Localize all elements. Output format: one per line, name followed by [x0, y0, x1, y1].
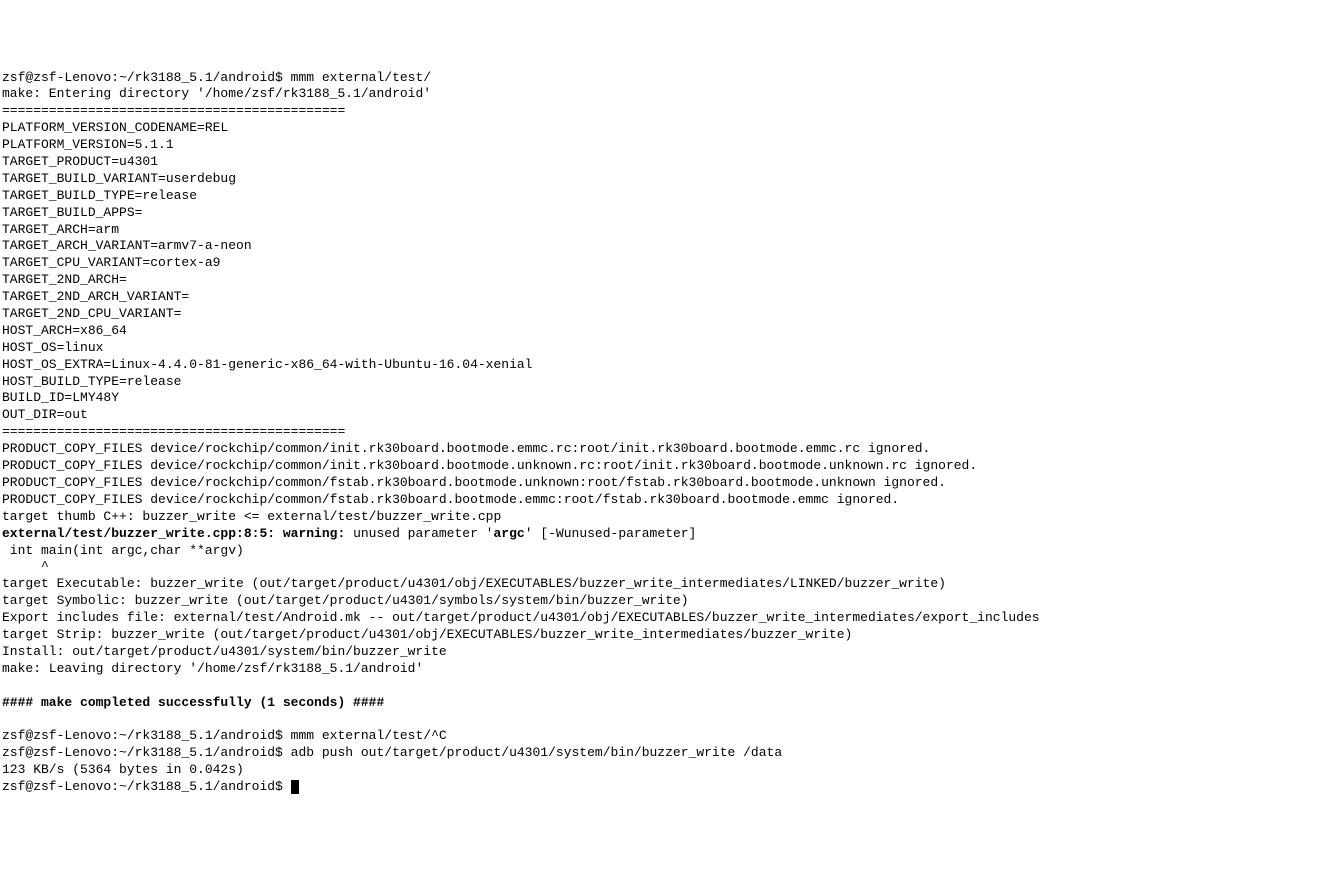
terminal-line: 123 KB/s (5364 bytes in 0.042s)	[2, 762, 1326, 779]
warning-argc: argc	[494, 526, 525, 541]
terminal-line	[2, 678, 1326, 695]
terminal-line: zsf@zsf-Lenovo:~/rk3188_5.1/android$ mmm…	[2, 728, 1326, 745]
terminal-line: BUILD_ID=LMY48Y	[2, 390, 1326, 407]
terminal-line: target thumb C++: buzzer_write <= extern…	[2, 509, 1326, 526]
warning-prefix: external/test/buzzer_write.cpp:8:5: warn…	[2, 526, 353, 541]
terminal-line: #### make completed successfully (1 seco…	[2, 695, 1326, 712]
terminal-output[interactable]: zsf@zsf-Lenovo:~/rk3188_5.1/android$ mmm…	[2, 70, 1326, 796]
terminal-line: zsf@zsf-Lenovo:~/rk3188_5.1/android$ adb…	[2, 745, 1326, 762]
terminal-line: make: Entering directory '/home/zsf/rk31…	[2, 86, 1326, 103]
terminal-line: TARGET_2ND_CPU_VARIANT=	[2, 306, 1326, 323]
terminal-line: PLATFORM_VERSION=5.1.1	[2, 137, 1326, 154]
terminal-line: TARGET_PRODUCT=u4301	[2, 154, 1326, 171]
terminal-prompt-line[interactable]: zsf@zsf-Lenovo:~/rk3188_5.1/android$	[2, 779, 1326, 796]
terminal-line: TARGET_BUILD_APPS=	[2, 205, 1326, 222]
terminal-line	[2, 711, 1326, 728]
terminal-line: PRODUCT_COPY_FILES device/rockchip/commo…	[2, 492, 1326, 509]
compiler-warning-line: external/test/buzzer_write.cpp:8:5: warn…	[2, 526, 1326, 543]
terminal-line: HOST_ARCH=x86_64	[2, 323, 1326, 340]
cursor-icon	[291, 780, 299, 794]
terminal-line: HOST_BUILD_TYPE=release	[2, 374, 1326, 391]
terminal-line: TARGET_ARCH=arm	[2, 222, 1326, 239]
terminal-line: TARGET_ARCH_VARIANT=armv7-a-neon	[2, 238, 1326, 255]
terminal-prompt-text: zsf@zsf-Lenovo:~/rk3188_5.1/android$	[2, 779, 291, 794]
terminal-line: ^	[2, 559, 1326, 576]
terminal-line: make: Leaving directory '/home/zsf/rk318…	[2, 661, 1326, 678]
terminal-line: target Strip: buzzer_write (out/target/p…	[2, 627, 1326, 644]
terminal-line: int main(int argc,char **argv)	[2, 543, 1326, 560]
terminal-line: TARGET_2ND_ARCH_VARIANT=	[2, 289, 1326, 306]
terminal-line: PRODUCT_COPY_FILES device/rockchip/commo…	[2, 441, 1326, 458]
terminal-line: Install: out/target/product/u4301/system…	[2, 644, 1326, 661]
terminal-line: OUT_DIR=out	[2, 407, 1326, 424]
terminal-line: Export includes file: external/test/Andr…	[2, 610, 1326, 627]
terminal-line: PLATFORM_VERSION_CODENAME=REL	[2, 120, 1326, 137]
terminal-line: TARGET_BUILD_VARIANT=userdebug	[2, 171, 1326, 188]
terminal-line: PRODUCT_COPY_FILES device/rockchip/commo…	[2, 475, 1326, 492]
terminal-line: target Executable: buzzer_write (out/tar…	[2, 576, 1326, 593]
terminal-line: ========================================…	[2, 424, 1326, 441]
terminal-line: TARGET_2ND_ARCH=	[2, 272, 1326, 289]
terminal-line: HOST_OS_EXTRA=Linux-4.4.0-81-generic-x86…	[2, 357, 1326, 374]
terminal-line: TARGET_BUILD_TYPE=release	[2, 188, 1326, 205]
terminal-line: HOST_OS=linux	[2, 340, 1326, 357]
terminal-line: PRODUCT_COPY_FILES device/rockchip/commo…	[2, 458, 1326, 475]
warning-suffix: ' [-Wunused-parameter]	[525, 526, 697, 541]
terminal-line: target Symbolic: buzzer_write (out/targe…	[2, 593, 1326, 610]
terminal-line: TARGET_CPU_VARIANT=cortex-a9	[2, 255, 1326, 272]
terminal-line: ========================================…	[2, 103, 1326, 120]
terminal-line: zsf@zsf-Lenovo:~/rk3188_5.1/android$ mmm…	[2, 70, 1326, 87]
warning-middle: unused parameter '	[353, 526, 493, 541]
